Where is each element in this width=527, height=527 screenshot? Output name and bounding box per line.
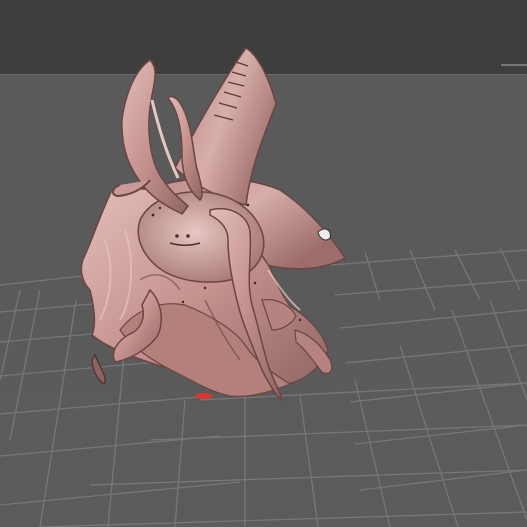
viewport-scene[interactable] <box>0 0 527 527</box>
3d-viewport[interactable] <box>0 0 527 527</box>
sculpt-model[interactable] <box>80 47 347 402</box>
